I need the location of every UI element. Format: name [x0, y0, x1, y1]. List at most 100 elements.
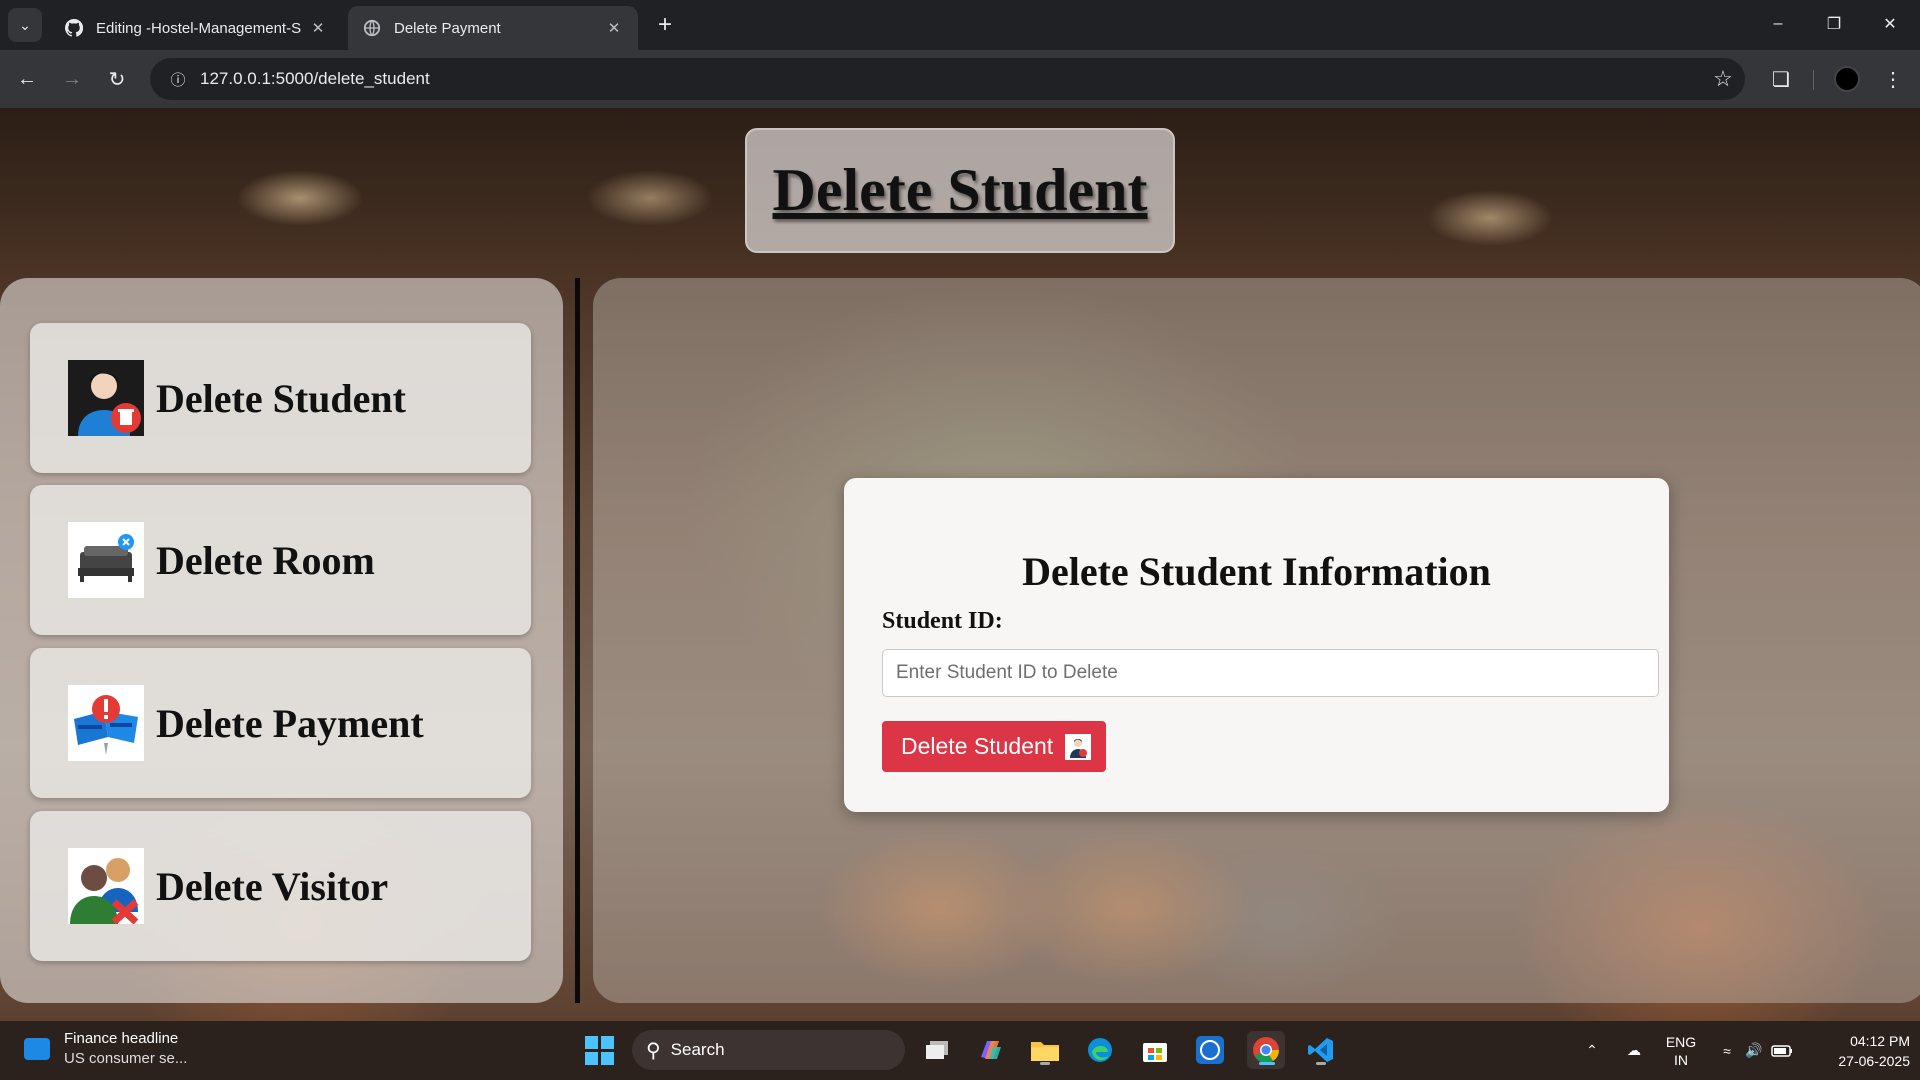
close-icon[interactable]: ✕ — [604, 18, 624, 38]
running-indicator — [1316, 1062, 1326, 1065]
delete-room-icon — [68, 522, 144, 598]
microsoft-store-button[interactable] — [1136, 1031, 1174, 1069]
minimize-icon: – — [1773, 15, 1783, 32]
dell-button[interactable] — [1191, 1031, 1229, 1069]
edge-icon — [1088, 1038, 1112, 1062]
url-text[interactable]: 127.0.0.1:5000/delete_student — [200, 69, 1701, 89]
clock-time: 04:12 PM — [1850, 1033, 1910, 1049]
close-icon: ✕ — [1883, 16, 1897, 33]
page-viewport: Delete Student Delete Student Delete Roo… — [0, 108, 1920, 1021]
github-icon — [64, 18, 84, 38]
taskbar-search[interactable]: ⚲ Search — [632, 1030, 905, 1070]
sidebar-item-label: Delete Payment — [156, 700, 424, 746]
running-indicator — [1040, 1062, 1050, 1065]
reload-icon: ↻ — [108, 68, 126, 91]
dell-icon — [1196, 1036, 1224, 1064]
arrow-right-icon: → — [62, 67, 82, 90]
search-icon: ⚲ — [646, 1039, 661, 1062]
vertical-divider — [575, 278, 580, 1003]
tab-title: Delete Payment — [394, 19, 501, 37]
sidebar-item-label: Delete Room — [156, 537, 375, 583]
extensions-button[interactable]: ❏ — [1764, 62, 1798, 96]
menu-button[interactable]: ⋮ — [1876, 62, 1910, 96]
clock-date: 27-06-2025 — [1838, 1053, 1910, 1069]
form-heading: Delete Student Information — [1022, 549, 1491, 594]
start-button[interactable] — [580, 1031, 618, 1069]
task-view-button[interactable] — [918, 1031, 956, 1069]
profile-button[interactable] — [1830, 62, 1864, 96]
close-icon[interactable]: ✕ — [308, 18, 328, 38]
sidebar-item-delete-room[interactable]: Delete Room — [30, 485, 531, 635]
windows-logo-icon — [584, 1035, 614, 1065]
widgets-icon — [24, 1038, 50, 1060]
arrow-left-icon: ← — [17, 67, 37, 90]
onedrive-status[interactable]: ☁ — [1620, 1021, 1648, 1080]
show-hidden-icons-button[interactable]: ⌃ — [1580, 1021, 1604, 1080]
news-subtitle: US consumer se... — [64, 1050, 188, 1067]
page-title: Delete Student — [772, 157, 1148, 223]
chevron-down-icon: ⌄ — [19, 16, 31, 33]
student-avatar-icon — [1065, 733, 1092, 760]
speaker-icon: 🔊 — [1745, 1042, 1763, 1058]
chrome-button[interactable] — [1247, 1031, 1285, 1069]
delete-button-label: Delete Student — [901, 733, 1054, 759]
volume-status[interactable]: 🔊 — [1742, 1021, 1766, 1080]
kebab-menu-icon: ⋮ — [1883, 68, 1903, 91]
sidebar-item-delete-student[interactable]: Delete Student — [30, 323, 531, 473]
sidebar-item-delete-payment[interactable]: Delete Payment — [30, 648, 531, 798]
restore-icon: ❐ — [1826, 16, 1842, 33]
sidebar-item-delete-visitor[interactable]: Delete Visitor — [30, 811, 531, 961]
battery-icon — [1771, 1044, 1792, 1057]
active-indicator — [1259, 1062, 1275, 1065]
region-code: IN — [1674, 1051, 1688, 1068]
copilot-icon — [981, 1041, 1001, 1059]
delete-payment-icon — [68, 685, 144, 761]
plus-icon: + — [657, 11, 672, 38]
system-clock[interactable]: 04:12 PM 27-06-2025 — [1810, 1031, 1910, 1071]
browser-tab-delete-payment[interactable]: Delete Payment ✕ — [348, 6, 638, 50]
delete-student-button[interactable]: Delete Student — [882, 721, 1106, 772]
browser-tab-github[interactable]: Editing -Hostel-Management-S ✕ — [50, 6, 342, 50]
language-code: ENG — [1665, 1033, 1697, 1050]
vscode-button[interactable] — [1302, 1031, 1340, 1069]
student-id-label: Student ID: — [882, 608, 1003, 634]
site-info-icon[interactable]: ⓘ — [156, 69, 200, 90]
battery-status[interactable] — [1768, 1021, 1796, 1080]
wifi-status[interactable]: ≈ — [1714, 1021, 1740, 1080]
copilot-button[interactable] — [972, 1031, 1010, 1069]
wifi-icon: ≈ — [1723, 1042, 1731, 1059]
puzzle-icon: ❏ — [1772, 68, 1790, 91]
address-bar[interactable]: ⓘ 127.0.0.1:5000/delete_student ☆ — [150, 58, 1745, 100]
chrome-icon — [1253, 1037, 1280, 1063]
file-explorer-button[interactable] — [1026, 1031, 1064, 1069]
reload-button[interactable]: ↻ — [100, 62, 134, 96]
restore-button[interactable]: ❐ — [1814, 8, 1854, 40]
sidebar-item-label: Delete Visitor — [156, 863, 389, 909]
back-button[interactable]: ← — [10, 62, 44, 96]
forward-button[interactable]: → — [55, 62, 89, 96]
edge-button[interactable] — [1081, 1031, 1119, 1069]
news-widget[interactable]: Finance headline US consumer se... — [24, 1029, 187, 1069]
minimize-button[interactable]: – — [1758, 8, 1798, 40]
new-tab-button[interactable]: + — [650, 10, 680, 40]
delete-student-icon — [68, 360, 144, 436]
tab-search-button[interactable]: ⌄ — [8, 8, 42, 42]
browser-tab-bar: ⌄ Editing -Hostel-Management-S ✕ Delete … — [0, 0, 1920, 50]
sidebar: Delete Student Delete Room Delete Paymen… — [0, 278, 563, 1003]
task-view-icon — [926, 1041, 948, 1059]
close-window-button[interactable]: ✕ — [1870, 8, 1910, 40]
store-icon — [1143, 1043, 1167, 1062]
browser-toolbar: ← → ↻ ⓘ 127.0.0.1:5000/delete_student ☆ … — [0, 50, 1920, 108]
taskbar: Finance headline US consumer se... ⚲ Sea… — [0, 1021, 1920, 1080]
student-id-input[interactable] — [882, 649, 1659, 697]
bookmark-star-icon[interactable]: ☆ — [1701, 66, 1745, 92]
news-headline: Finance headline — [64, 1030, 179, 1047]
tab-title: Editing -Hostel-Management-S — [96, 19, 302, 37]
cloud-off-icon: ☁ — [1627, 1042, 1641, 1058]
language-indicator[interactable]: ENG IN — [1660, 1021, 1702, 1080]
globe-icon — [362, 18, 382, 38]
sidebar-item-label: Delete Student — [156, 375, 406, 421]
toolbar-separator — [1813, 70, 1814, 90]
search-label: Search — [670, 1040, 725, 1059]
chevron-up-icon: ⌃ — [1586, 1042, 1598, 1058]
